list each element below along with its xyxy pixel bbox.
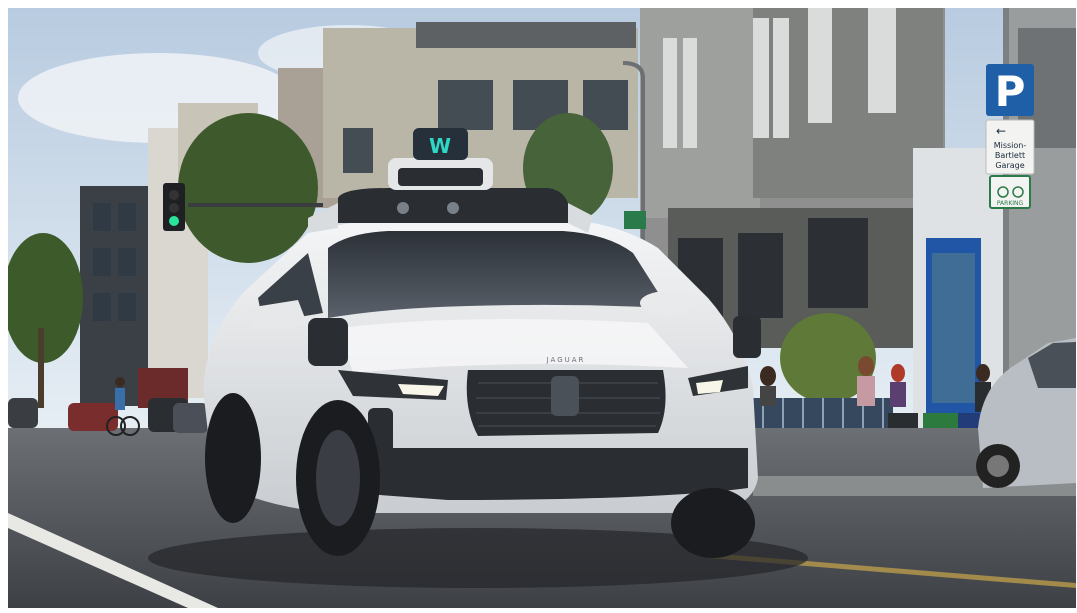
street-photo: P ← Mission- Bartlett Garage PARKING JAG… <box>8 8 1076 608</box>
wheel-front-right <box>671 488 755 558</box>
parking-sign-line-3: Garage <box>995 161 1024 170</box>
side-sensor-right <box>733 316 761 358</box>
parking-sign-line-1: Mission- <box>994 141 1027 150</box>
parking-sign-letter: P <box>995 67 1026 116</box>
parking-sign-arrow: ← <box>996 124 1006 138</box>
roof-logo: W <box>429 134 451 158</box>
vehicle-badge: JAGUAR <box>546 356 586 364</box>
street-sign-green <box>624 211 646 229</box>
parking-sign-line-2: Bartlett <box>995 151 1025 160</box>
parking-sign-bike-label: PARKING <box>997 200 1024 207</box>
wheel-rear-left <box>205 393 261 523</box>
front-sensor <box>551 376 579 416</box>
parking-sign: P ← Mission- Bartlett Garage PARKING <box>985 64 1035 209</box>
